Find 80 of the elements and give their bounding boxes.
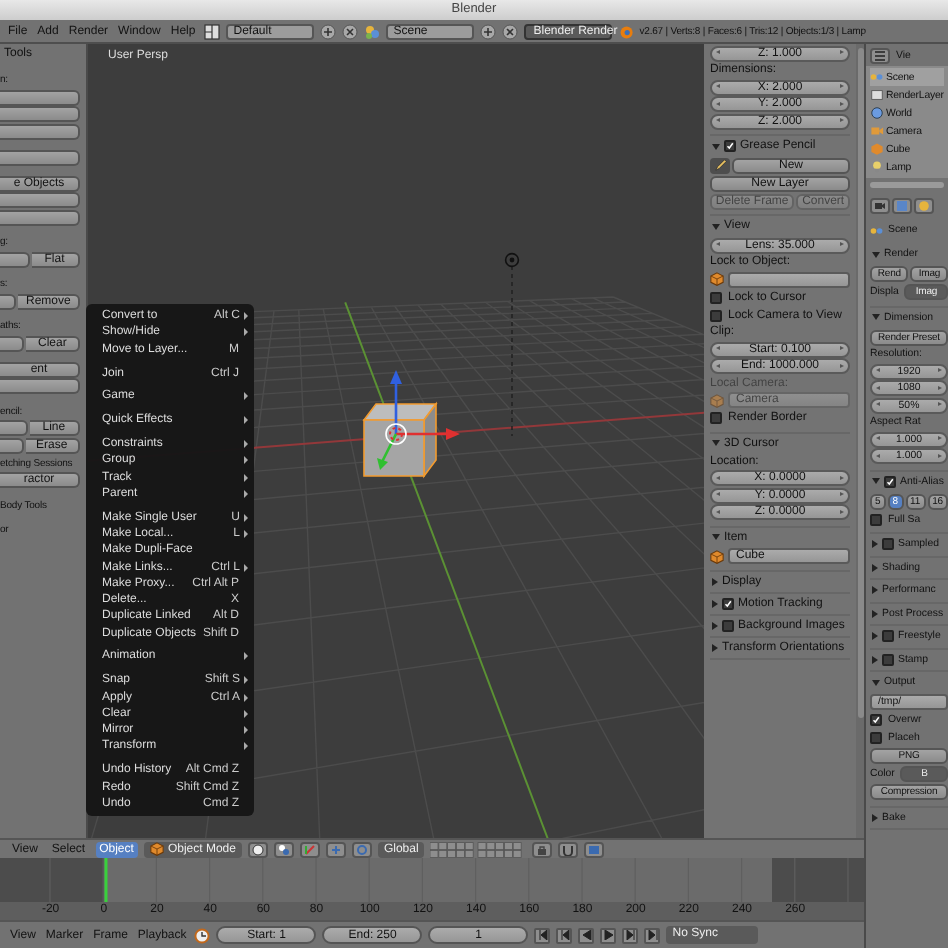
panel-button[interactable] [0, 335, 25, 351]
panel-button[interactable] [0, 123, 80, 139]
snap-icon[interactable] [558, 841, 579, 857]
expand-arrow-icon[interactable] [872, 251, 880, 258]
checkbox[interactable] [884, 475, 896, 488]
logo-icon [617, 23, 634, 39]
checkbox[interactable] [722, 619, 734, 631]
cube-icon [710, 549, 724, 563]
panel-button[interactable] [0, 209, 80, 225]
expand-arrow-icon[interactable] [712, 643, 718, 651]
layer-buttons-drawing[interactable] [430, 841, 527, 857]
panel-button[interactable] [0, 293, 17, 309]
panel-button[interactable] [0, 438, 24, 454]
panel-button[interactable] [0, 89, 80, 105]
camera-icon [870, 124, 884, 138]
expand-arrow-icon[interactable] [712, 534, 720, 540]
checkbox[interactable] [870, 732, 882, 744]
layers-tab-icon[interactable] [892, 198, 912, 214]
checkbox[interactable] [722, 597, 734, 609]
checkbox[interactable] [710, 291, 722, 303]
panel-button[interactable] [0, 192, 80, 208]
checkbox[interactable] [870, 714, 882, 726]
add-icon[interactable] [319, 23, 336, 39]
checkbox[interactable] [710, 309, 722, 321]
layout-icon[interactable] [203, 23, 220, 39]
scene-icon [870, 70, 884, 84]
checkbox[interactable] [724, 140, 736, 152]
expand-arrow-icon[interactable] [872, 586, 878, 595]
scene-icon[interactable] [363, 23, 380, 39]
previous-key-icon[interactable] [556, 927, 573, 943]
translate-icon[interactable] [325, 841, 346, 857]
cube-drawing[interactable] [362, 401, 438, 479]
add-icon[interactable] [479, 23, 496, 39]
checkbox[interactable] [882, 538, 894, 551]
checkbox[interactable] [882, 630, 894, 643]
lamp-drawing[interactable] [504, 252, 520, 437]
panel-button[interactable] [0, 149, 80, 165]
lock-icon[interactable] [532, 841, 553, 857]
object-field[interactable] [728, 271, 850, 287]
scrollbar[interactable] [870, 182, 944, 188]
expand-arrow-icon[interactable] [872, 563, 878, 572]
expand-arrow-icon[interactable] [712, 577, 718, 585]
checkbox[interactable] [710, 412, 722, 424]
layers-icon [870, 88, 884, 102]
cube-icon [149, 842, 164, 856]
rotate-icon[interactable] [351, 841, 372, 857]
transform-gizmo-drawing[interactable] [377, 370, 460, 470]
panel-button[interactable] [0, 420, 28, 436]
scene-tab-icon[interactable] [914, 198, 934, 214]
expand-arrow-icon[interactable] [872, 679, 880, 686]
panel-button[interactable] [0, 106, 80, 122]
play-icon[interactable] [600, 927, 617, 943]
editor-type-icon[interactable] [870, 47, 890, 63]
expand-arrow-icon[interactable] [712, 223, 720, 229]
close-icon[interactable] [341, 23, 358, 39]
scene-icon [870, 223, 884, 237]
cube-icon [710, 272, 724, 286]
expand-arrow-icon[interactable] [872, 609, 878, 618]
panel-button[interactable] [0, 251, 29, 267]
close-icon[interactable] [501, 23, 518, 39]
expand-arrow-icon[interactable] [872, 813, 878, 822]
checkbox[interactable] [882, 653, 894, 666]
expand-arrow-icon[interactable] [712, 440, 720, 446]
cube-icon [710, 393, 724, 407]
jump-start-icon[interactable] [534, 927, 551, 943]
render-icon[interactable] [584, 841, 605, 857]
jump-end-icon[interactable] [644, 927, 661, 943]
pivot-icon[interactable] [273, 841, 294, 857]
cube-icon [870, 142, 884, 156]
shading-icon[interactable] [247, 841, 268, 857]
next-key-icon[interactable] [622, 927, 639, 943]
globe-icon [870, 106, 884, 120]
pencil-icon[interactable] [710, 157, 730, 173]
clock-icon[interactable] [194, 927, 211, 943]
scrollbar[interactable] [856, 44, 864, 838]
camera-tab-icon[interactable] [870, 198, 890, 214]
play-reverse-icon[interactable] [578, 927, 595, 943]
checkbox[interactable] [870, 513, 882, 525]
panel-button[interactable] [0, 378, 80, 394]
expand-arrow-icon[interactable] [872, 314, 880, 321]
